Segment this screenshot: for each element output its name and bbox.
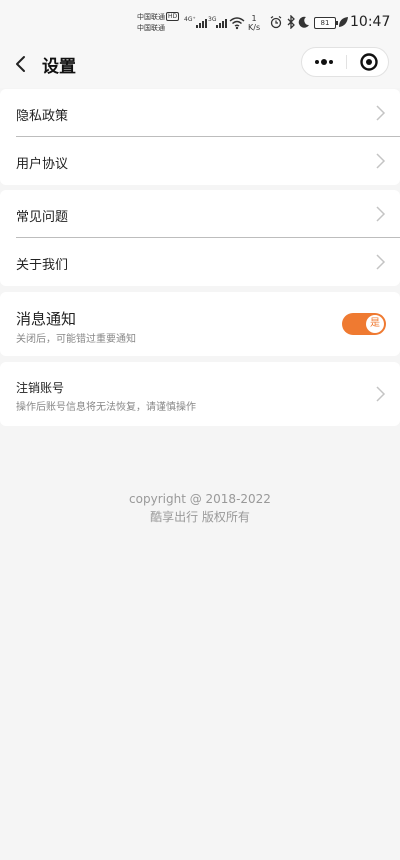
notification-toggle[interactable]: 是 [342, 313, 386, 335]
bluetooth-icon [287, 15, 295, 29]
close-button[interactable] [347, 48, 389, 76]
notification-title: 消息通知 [16, 310, 77, 328]
back-button[interactable] [8, 48, 36, 80]
battery-icon: 81 [314, 17, 338, 29]
moon-icon [298, 16, 309, 28]
page-title: 设置 [42, 57, 76, 77]
menu-item-agreement[interactable]: 用户协议 [0, 137, 400, 185]
legal-card: 隐私政策 用户协议 [0, 89, 400, 185]
account-card: 注销账号 操作后账号信息将无法恢复，请谨慎操作 [0, 362, 400, 426]
menu-item-faq[interactable]: 常见问题 [0, 190, 400, 238]
help-card: 常见问题 关于我们 [0, 190, 400, 286]
menu-item-about[interactable]: 关于我们 [0, 238, 400, 286]
footer: copyright @ 2018-2022 酷享出行 版权所有 [0, 490, 400, 526]
menu-item-label: 隐私政策 [16, 109, 69, 124]
menu-item-label: 常见问题 [16, 210, 69, 225]
nav-bar: 设置 [0, 40, 400, 88]
status-bar: 中国联通 HD 中国联通 4G⁺ 3G 1 K/s 81 10:47 [0, 0, 400, 40]
net-speed: 1 K/s [248, 14, 260, 32]
hd-badge: HD [166, 12, 180, 21]
menu-item-delete-account[interactable]: 注销账号 操作后账号信息将无法恢复，请谨慎操作 [0, 362, 400, 426]
mini-program-capsule [301, 47, 389, 77]
signal-bars-2-icon [216, 18, 227, 28]
footer-company: 酷享出行 版权所有 [150, 510, 250, 524]
signal-type-1: 4G⁺ [184, 16, 196, 23]
more-dots-icon [315, 59, 333, 65]
notification-card: 消息通知 关闭后，可能错过重要通知 [0, 292, 400, 356]
notification-subtitle: 关闭后，可能错过重要通知 [16, 334, 136, 345]
footer-copyright: copyright @ 2018-2022 [129, 492, 271, 506]
carrier-1: 中国联通 [137, 13, 165, 21]
net-speed-unit: K/s [248, 23, 261, 32]
chevron-left-icon [16, 56, 25, 72]
chevron-right-icon [376, 386, 386, 402]
menu-item-label: 关于我们 [16, 258, 69, 273]
carrier-2: 中国联通 [137, 24, 165, 32]
signal-bars-1-icon [196, 18, 207, 28]
alarm-icon [270, 16, 282, 29]
target-circle-icon [360, 53, 378, 71]
status-time: 10:47 [350, 14, 391, 30]
chevron-right-icon [376, 206, 386, 222]
more-button[interactable] [302, 48, 346, 76]
chevron-right-icon [376, 254, 386, 270]
delete-account-subtitle: 操作后账号信息将无法恢复，请谨慎操作 [16, 402, 196, 413]
delete-account-title: 注销账号 [16, 381, 65, 395]
menu-item-privacy[interactable]: 隐私政策 [0, 89, 400, 137]
menu-item-label: 用户协议 [16, 157, 69, 172]
net-speed-value: 1 [251, 14, 257, 23]
chevron-right-icon [376, 153, 386, 169]
chevron-right-icon [376, 105, 386, 121]
toggle-knob: 是 [366, 315, 384, 333]
wifi-icon [229, 17, 245, 30]
carrier-info: 中国联通 HD 中国联通 [137, 12, 180, 34]
leaf-icon [339, 17, 348, 27]
